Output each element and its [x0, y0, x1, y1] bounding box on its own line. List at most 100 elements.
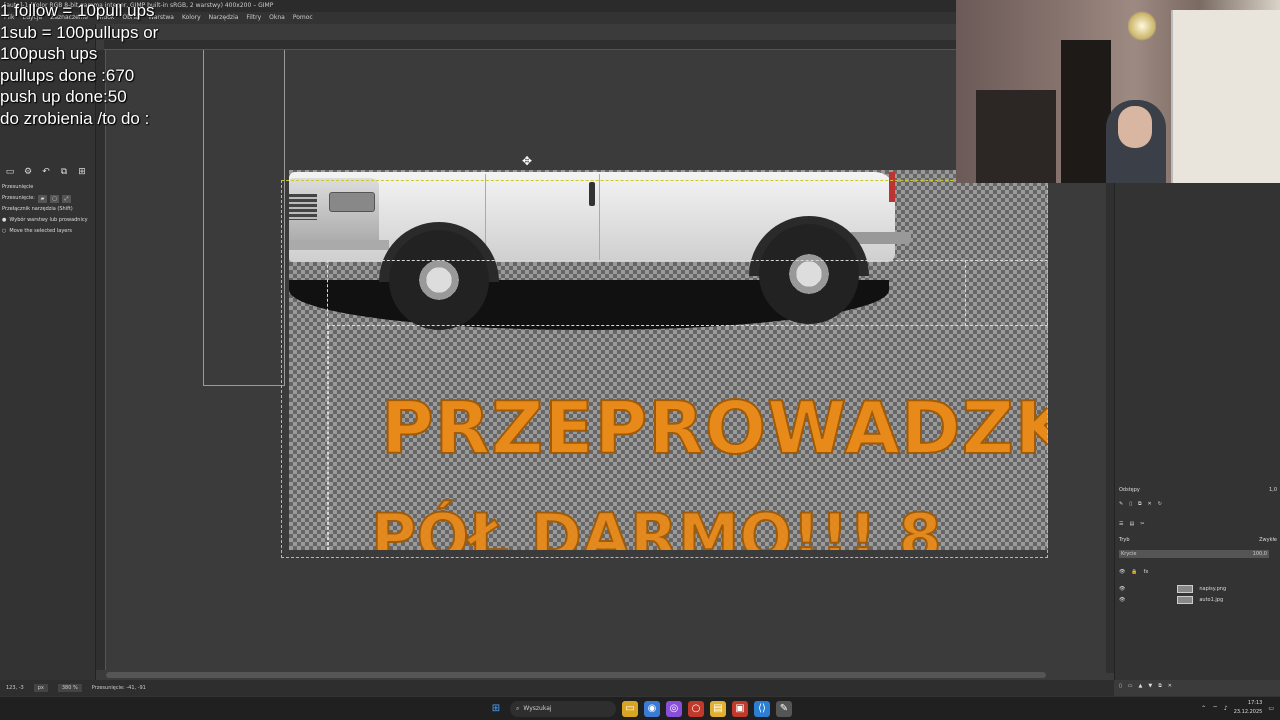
move-label: Przesunięcie:: [2, 195, 35, 201]
delete-icon[interactable]: ✕: [1148, 501, 1152, 507]
layer-row[interactable]: 👁 napisy.png: [1119, 584, 1279, 594]
zoom-select[interactable]: 380 %: [57, 684, 82, 692]
overlay-line: 1 follow = 10pull ups: [0, 1, 155, 20]
overlay-line: 100push ups: [0, 44, 98, 63]
wardrobe: [1171, 10, 1280, 183]
doorway: [1061, 40, 1111, 183]
panel-menu-icon[interactable]: ⊞: [76, 166, 88, 178]
fx-icon[interactable]: fx: [1144, 569, 1149, 575]
visibility-icon[interactable]: 👁: [1119, 569, 1125, 575]
move-cursor-icon: ✥: [522, 154, 533, 168]
van-grille: [289, 194, 317, 220]
opacity-label: Krycie: [1121, 551, 1137, 557]
mode-select[interactable]: Zwykłe: [1259, 537, 1277, 543]
option-move-selected[interactable]: Move the selected layers: [9, 226, 72, 237]
clock-time: 17:13: [1247, 700, 1263, 706]
device-status-tab-icon[interactable]: ⚙: [22, 166, 34, 178]
taskbar: ⊞ ⌕ Wyszukaj ▭ ◉ ◎ ○ ▤ ▣ ⟨⟩ ✎ ⌃ ⌔ ♪ 17:13…: [0, 696, 1280, 720]
layer-selection-outline: [965, 260, 1048, 326]
opacity-slider[interactable]: Krycie 100,0: [1119, 550, 1269, 558]
vscode-icon[interactable]: ⟨⟩: [754, 701, 770, 717]
van-rear-wheel: [759, 224, 859, 324]
shelf: [976, 90, 1056, 183]
menu-colors[interactable]: Kolory: [182, 12, 201, 24]
network-icon[interactable]: ⌔: [1212, 704, 1218, 712]
raise-layer-icon[interactable]: ▲: [1139, 683, 1143, 689]
webcam-feed: [956, 0, 1280, 183]
clock-date: 23.12.2025: [1233, 709, 1263, 715]
van-headlight: [329, 192, 375, 212]
menu-windows[interactable]: Okna: [269, 12, 285, 24]
layers-tab-icon[interactable]: ☰: [1119, 521, 1123, 527]
chrome-icon[interactable]: ◉: [644, 701, 660, 717]
lower-layer-icon[interactable]: ▼: [1148, 683, 1152, 689]
spacing-label: Odstępy: [1119, 487, 1140, 493]
undo-history-tab-icon[interactable]: ↶: [40, 166, 52, 178]
messenger-icon[interactable]: ◎: [666, 701, 682, 717]
duplicate-layer-icon[interactable]: ⧉: [1158, 683, 1162, 689]
channels-tab-icon[interactable]: ▤: [1129, 521, 1134, 527]
chevron-up-icon[interactable]: ⌃: [1201, 705, 1206, 712]
move-layer-icon[interactable]: ▰: [38, 194, 47, 203]
van-door-line: [599, 174, 600, 260]
opera-icon[interactable]: ○: [688, 701, 704, 717]
app-icon[interactable]: ▣: [732, 701, 748, 717]
image-canvas[interactable]: PRZEPROWADZKI PÓŁ DARMO!!! 8: [289, 170, 1048, 550]
taskbar-search[interactable]: ⌕ Wyszukaj: [510, 701, 616, 717]
tool-toggle-label: Przełącznik narzędzia (Shift): [2, 206, 73, 212]
start-icon[interactable]: ⊞: [488, 701, 504, 717]
canvas-horizontal-scrollbar[interactable]: [106, 672, 1046, 678]
move-path-icon[interactable]: ⤢: [62, 194, 71, 203]
headline-text: PRZEPROWADZKI: [380, 385, 1048, 471]
new-group-icon[interactable]: ▭: [1128, 683, 1133, 689]
status-message: Przesunięcie: -41, -91: [91, 685, 146, 691]
lock-icon[interactable]: 🔒: [1131, 569, 1137, 575]
new-layer-icon[interactable]: ▯: [1119, 683, 1122, 689]
radio-move-selected[interactable]: ○: [2, 226, 6, 237]
move-selection-icon[interactable]: ▢: [50, 194, 59, 203]
eye-icon[interactable]: 👁: [1119, 597, 1125, 603]
volume-icon[interactable]: ♪: [1224, 705, 1228, 712]
status-bar: 123, -3 px 380 % Przesunięcie: -41, -91: [0, 680, 1114, 696]
horizontal-ruler[interactable]: [104, 40, 956, 50]
menu-tools[interactable]: Narzędzia: [209, 12, 239, 24]
paths-tab-icon[interactable]: ✂: [1140, 521, 1144, 527]
file-explorer-icon[interactable]: ▭: [622, 701, 638, 717]
menu-help[interactable]: Pomoc: [293, 12, 313, 24]
canvas-vertical-scrollbar[interactable]: [1106, 183, 1114, 673]
layer-thumbnail: [1177, 596, 1194, 604]
pointer-coords: 123, -3: [6, 685, 24, 691]
images-tab-icon[interactable]: ⧉: [58, 166, 70, 178]
layer-name[interactable]: auto1.jpg: [1199, 597, 1223, 603]
van-taillight: [889, 172, 895, 202]
layer-boundary: [203, 50, 285, 386]
tool-options-tab-icon[interactable]: ▭: [4, 166, 16, 178]
search-icon: ⌕: [516, 705, 520, 712]
layer-row[interactable]: 👁 auto1.jpg: [1119, 595, 1279, 605]
tool-options-title: Przesunięcie: [2, 184, 34, 190]
duplicate-icon[interactable]: ⧉: [1138, 501, 1142, 507]
refresh-icon[interactable]: ↻: [1158, 501, 1162, 507]
new-brush-icon[interactable]: ▯: [1129, 501, 1132, 507]
stream-overlay: 1 follow = 10pull ups 1sub = 100pullups o…: [0, 0, 158, 129]
overlay-line: 1sub = 100pullups or: [0, 22, 159, 42]
van-door-handle: [589, 182, 595, 206]
clock[interactable]: 17:13 23.12.2025: [1234, 699, 1263, 717]
streamer-head: [1118, 106, 1152, 148]
notifications-icon[interactable]: ▭: [1268, 705, 1274, 712]
delete-layer-icon[interactable]: ✕: [1168, 683, 1172, 689]
layer-thumbnail: [1177, 585, 1194, 593]
van-image: [289, 170, 911, 335]
unit-select[interactable]: px: [33, 684, 48, 692]
radio-pick-layer[interactable]: ●: [2, 215, 6, 226]
spacing-value[interactable]: 1,0: [1269, 487, 1277, 493]
edit-brush-icon[interactable]: ✎: [1119, 501, 1123, 507]
right-dock: Odstępy 1,0 ✎ ▯ ⧉ ✕ ↻ ☰ ▤ ✂ Tryb Zwykłe …: [1114, 183, 1280, 689]
menu-filters[interactable]: Filtry: [246, 12, 261, 24]
vertical-ruler[interactable]: [96, 50, 106, 670]
layer-name[interactable]: napisy.png: [1199, 586, 1226, 592]
gimp-icon[interactable]: ✎: [776, 701, 792, 717]
option-pick-layer[interactable]: Wybór warstwy lub prowadnicy: [9, 215, 87, 226]
eye-icon[interactable]: 👁: [1119, 586, 1125, 592]
notes-icon[interactable]: ▤: [710, 701, 726, 717]
